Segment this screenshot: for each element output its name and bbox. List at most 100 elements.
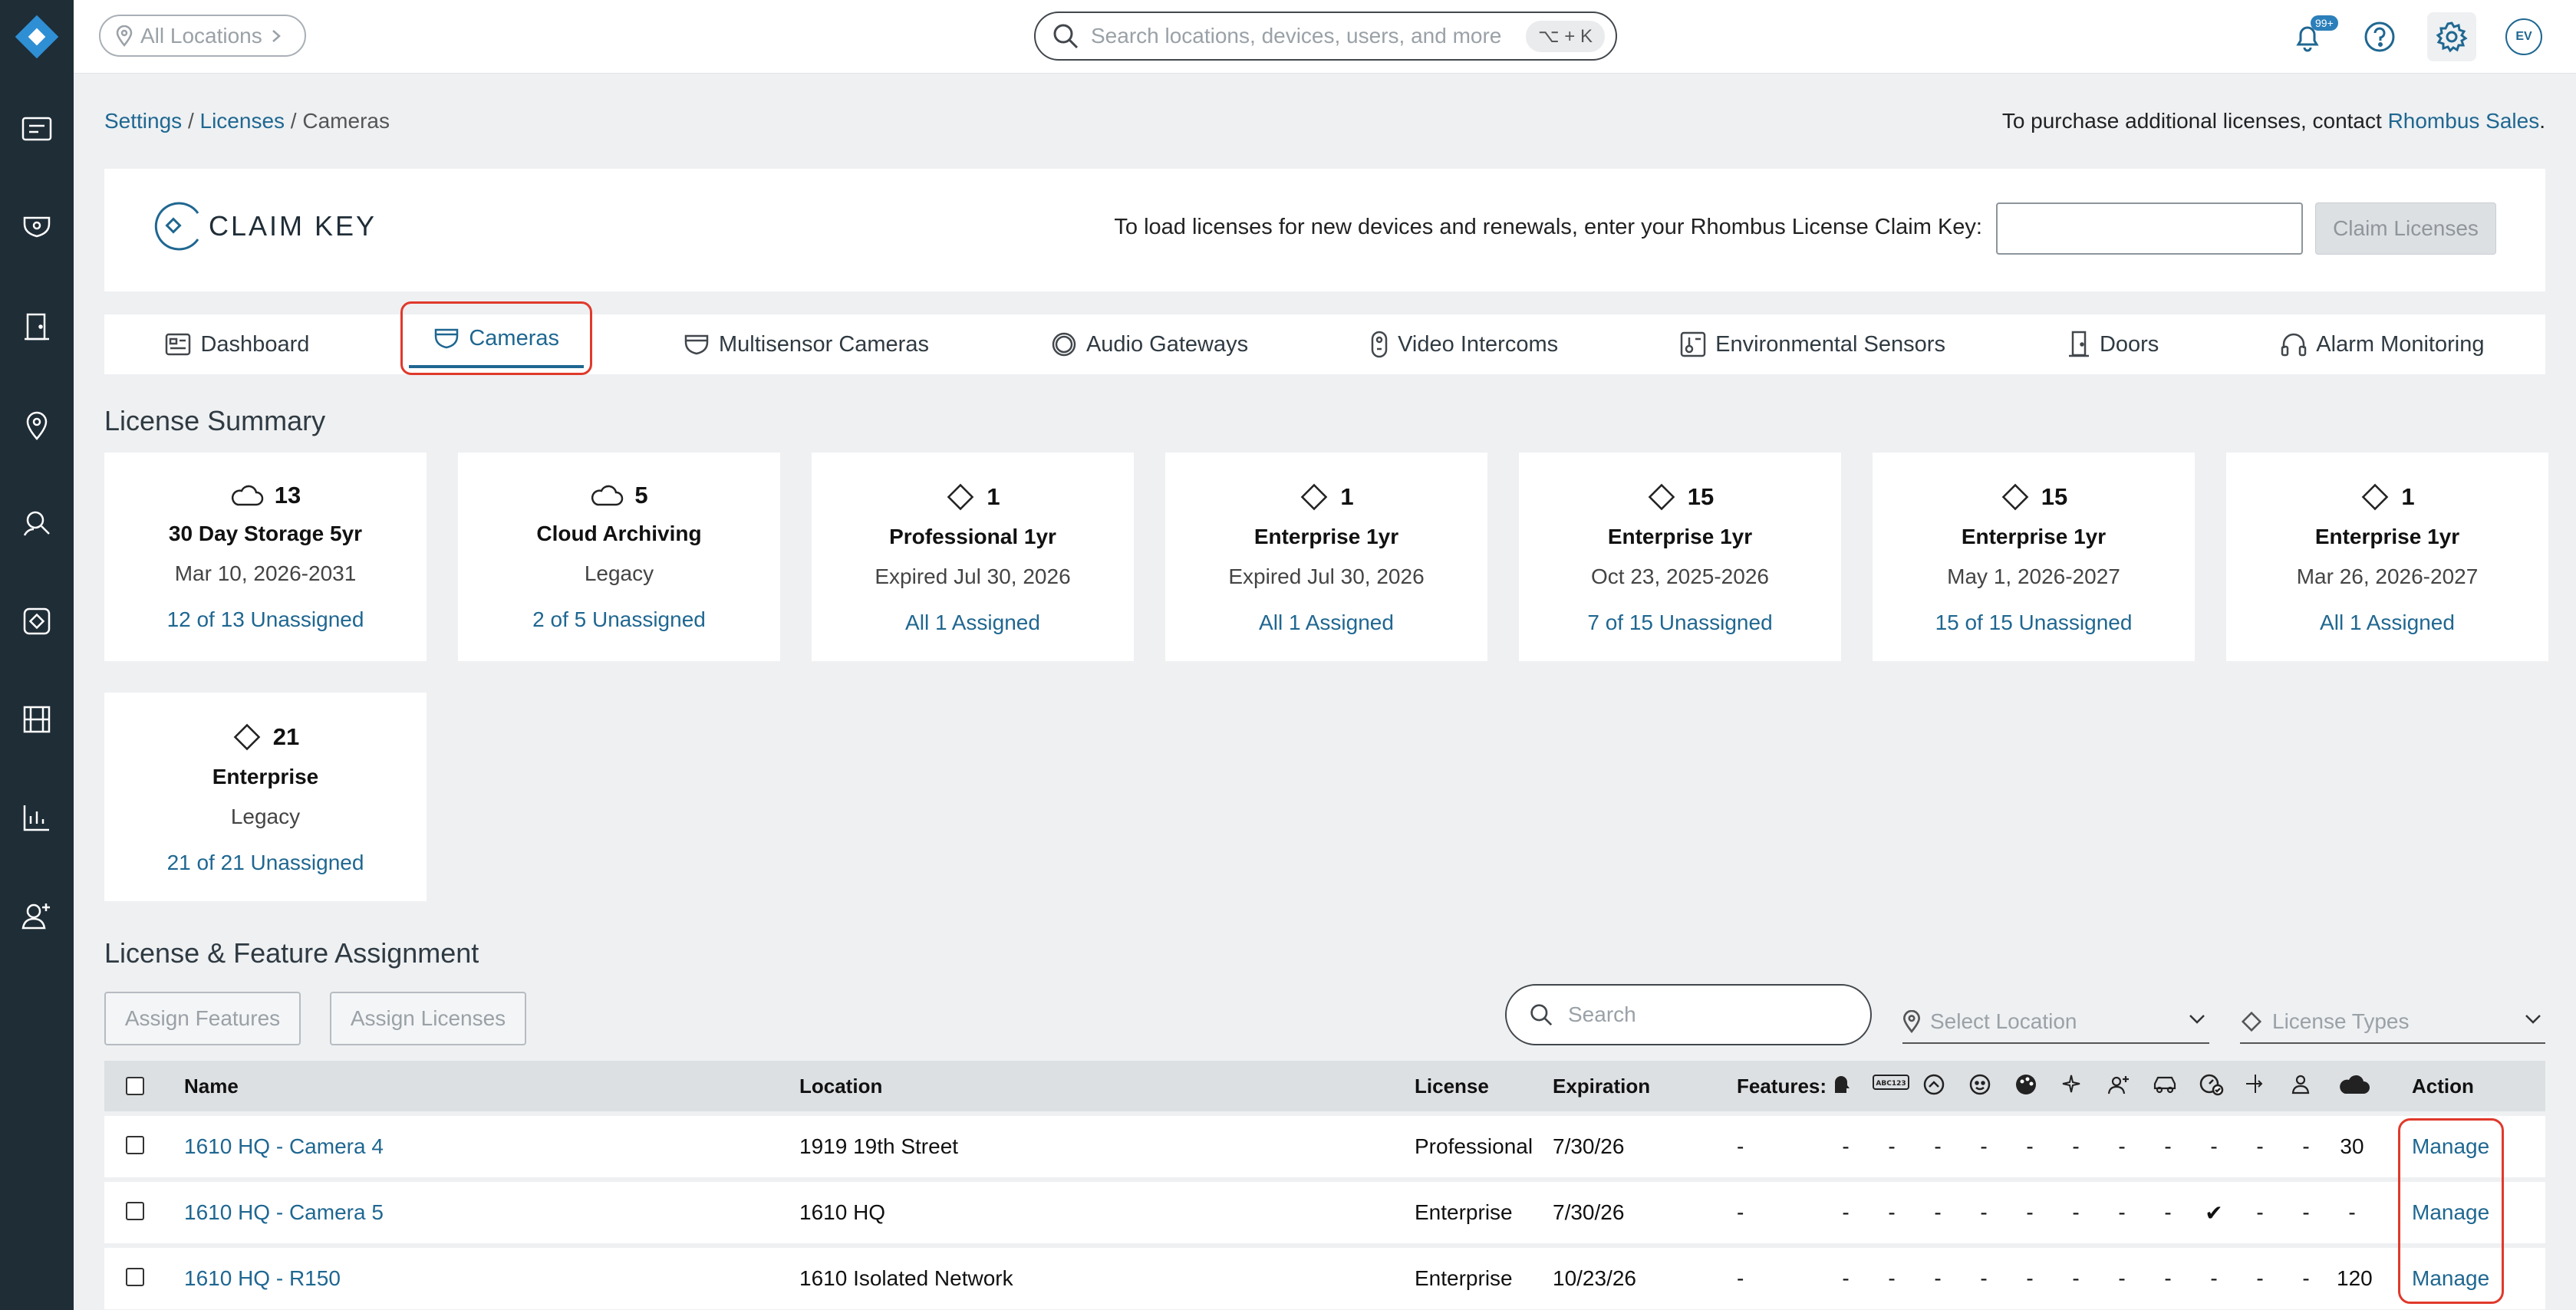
help-button[interactable] <box>2355 12 2404 61</box>
nav-reports-icon[interactable] <box>14 795 60 841</box>
license-card: 15 Enterprise 1yr Oct 23, 2025-2026 7 of 15… <box>1519 453 1841 661</box>
license-dates: Legacy <box>584 561 654 585</box>
nav-door-icon[interactable] <box>14 304 60 350</box>
feature-value: - <box>2256 1134 2264 1158</box>
nav-location-icon[interactable] <box>14 402 60 448</box>
tab-audio-label: Audio Gateways <box>1085 331 1249 357</box>
sensor-icon <box>1680 331 1706 357</box>
license-types-dropdown[interactable]: License Types <box>2240 1001 2545 1044</box>
license-type: Enterprise 1yr <box>1607 525 1753 548</box>
location-pin-icon <box>116 25 133 47</box>
tab-multisensor-cameras[interactable]: Multisensor Cameras <box>653 314 960 374</box>
select-all-checkbox[interactable] <box>126 1077 144 1095</box>
location-selector[interactable]: All Locations <box>99 15 306 57</box>
license-assignment-title: License & Feature Assignment <box>104 937 479 969</box>
license-card-head: 1 <box>2226 482 2548 512</box>
device-tabs: Dashboard Cameras Multisensor Cameras Au… <box>104 301 2545 375</box>
row-checkbox[interactable] <box>126 1268 144 1286</box>
license-assignment-link[interactable]: 21 of 21 Unassigned <box>104 851 427 875</box>
feature-value: - <box>2072 1266 2080 1290</box>
tab-cameras[interactable]: Cameras <box>400 301 592 375</box>
feature-value: - <box>2118 1200 2126 1224</box>
feature-value: - <box>2302 1266 2310 1290</box>
header-name: Name <box>184 1074 239 1098</box>
assign-licenses-button[interactable]: Assign Licenses <box>330 992 526 1045</box>
breadcrumb-licenses-link[interactable]: Licenses <box>200 109 285 133</box>
tab-dashboard[interactable]: Dashboard <box>134 314 340 374</box>
cloud-icon <box>590 484 624 507</box>
tab-alarm-monitoring[interactable]: Alarm Monitoring <box>2250 314 2515 374</box>
nav-integrations-icon[interactable] <box>14 598 60 644</box>
assign-features-button[interactable]: Assign Features <box>104 992 301 1045</box>
claim-licenses-button[interactable]: Claim Licenses <box>2315 202 2496 255</box>
table-row: 1610 HQ - R150 1610 Isolated Network Enter… <box>104 1248 2545 1309</box>
license-assignment-link[interactable]: 15 of 15 Unassigned <box>1873 611 2195 635</box>
diamond-icon <box>945 482 976 512</box>
feature-value: - <box>2256 1200 2264 1224</box>
license-assignment-link[interactable]: 12 of 13 Unassigned <box>104 607 427 632</box>
sparkle-icon <box>2060 1073 2091 1094</box>
rhombus-logo[interactable] <box>11 11 63 63</box>
feature-value: 30 <box>2340 1134 2364 1158</box>
feature-value: - <box>2164 1134 2172 1158</box>
rhombus-sales-link[interactable]: Rhombus Sales <box>2388 109 2540 133</box>
license-card-head: 15 <box>1873 482 2195 512</box>
search-shortcut: ⌥ + K <box>1525 20 1605 52</box>
global-search-placeholder: Search locations, devices, users, and mo… <box>1091 24 1502 48</box>
license-card: 1 Enterprise 1yr Expired Jul 30, 2026 All 1… <box>1165 453 1487 661</box>
tab-environmental-sensors[interactable]: Environmental Sensors <box>1649 314 1976 374</box>
device-name-link[interactable]: 1610 HQ - R150 <box>184 1266 341 1291</box>
license-card-head: 15 <box>1519 482 1841 512</box>
global-search[interactable]: Search locations, devices, users, and mo… <box>1034 12 1617 61</box>
user-menu-button[interactable]: EV <box>2499 12 2548 61</box>
feature-value: - <box>2164 1200 2172 1224</box>
tab-video-intercoms[interactable]: Video Intercoms <box>1339 314 1589 374</box>
feature-value: - <box>2210 1134 2218 1158</box>
device-name-link[interactable]: 1610 HQ - Camera 4 <box>184 1134 384 1159</box>
feature-value: - <box>2118 1266 2126 1290</box>
row-checkbox[interactable] <box>126 1136 144 1154</box>
tab-alarm-label: Alarm Monitoring <box>2316 331 2485 357</box>
nav-users-icon[interactable] <box>14 893 60 939</box>
license-type: Enterprise <box>212 765 319 788</box>
table-search-input[interactable]: Search <box>1505 984 1872 1045</box>
feature-value: - <box>1980 1266 1988 1290</box>
license-count: 1 <box>1340 483 1354 510</box>
avatar: EV <box>2505 18 2542 55</box>
license-count: 21 <box>272 723 300 750</box>
license-dates: Expired Jul 30, 2026 <box>1228 564 1425 588</box>
nav-video-icon[interactable] <box>14 696 60 742</box>
license-assignment-link[interactable]: 7 of 15 Unassigned <box>1519 611 1841 635</box>
nav-camera-icon[interactable] <box>14 204 60 250</box>
select-location-dropdown[interactable]: Select Location <box>1902 1001 2209 1044</box>
nav-dashboard-icon[interactable] <box>14 106 60 152</box>
gear-icon <box>2436 21 2468 53</box>
tab-audio-gateways[interactable]: Audio Gateways <box>1020 314 1279 374</box>
feature-value: - <box>2072 1134 2080 1158</box>
feature-value: - <box>1842 1134 1850 1158</box>
intercom-icon <box>1371 331 1388 358</box>
color-icon <box>2014 1073 2045 1096</box>
settings-button[interactable] <box>2427 12 2476 61</box>
license-assignment-link[interactable]: 2 of 5 Unassigned <box>458 607 780 632</box>
breadcrumb-settings-link[interactable]: Settings <box>104 109 182 133</box>
nav-search-person-icon[interactable] <box>14 500 60 546</box>
device-location: 1919 19th Street <box>799 1134 959 1158</box>
row-checkbox[interactable] <box>126 1202 144 1220</box>
face-icon <box>1830 1073 1861 1094</box>
feature-value: - <box>1934 1266 1942 1290</box>
tab-doors[interactable]: Doors <box>2037 314 2189 374</box>
license-assignment-link[interactable]: All 1 Assigned <box>1165 611 1487 635</box>
claim-key-label: To load licenses for new devices and ren… <box>1114 215 1982 239</box>
location-pin-icon <box>1903 1010 1920 1033</box>
license-types-label: License Types <box>2272 1009 2410 1033</box>
license-assignment-link[interactable]: All 1 Assigned <box>812 611 1134 635</box>
vehicle-icon <box>2153 1073 2183 1094</box>
help-icon <box>2364 21 2395 52</box>
claim-key-input[interactable] <box>1996 202 2303 255</box>
device-name-link[interactable]: 1610 HQ - Camera 5 <box>184 1200 384 1225</box>
chevron-right-icon <box>272 29 281 42</box>
license-assignment-link[interactable]: All 1 Assigned <box>2226 611 2548 635</box>
notifications-button[interactable]: 99+ <box>2283 12 2338 61</box>
audio-gateway-icon <box>1052 332 1076 357</box>
